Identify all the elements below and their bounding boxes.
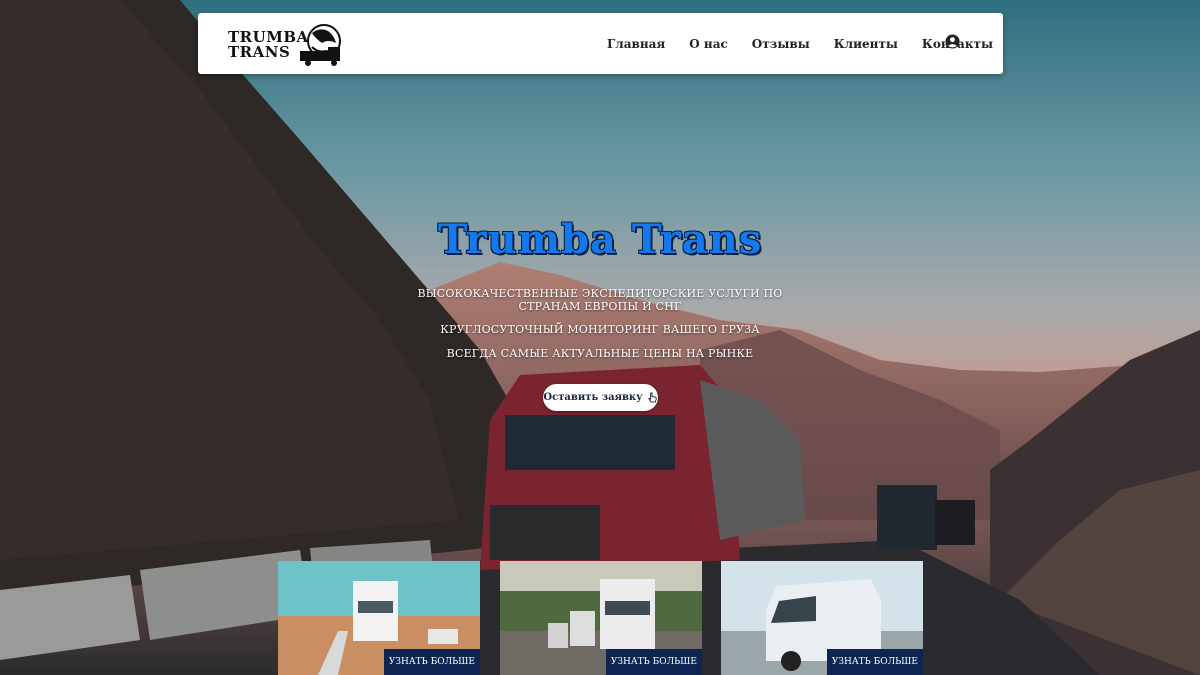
hero-line-prices: Всегда самые актуальные цены на рынке [446, 347, 754, 360]
card-learn-more-button[interactable]: Узнать больше [383, 649, 480, 675]
navbar: TRUMBA TRANS Главная О нас Отзывы Клиент… [198, 13, 1003, 74]
hero-title: Trumba Trans [437, 216, 763, 263]
card-learn-more-button[interactable]: Узнать больше [605, 649, 702, 675]
logo-line2: TRANS [228, 43, 291, 61]
pointer-hand-icon [647, 392, 657, 403]
globe-truck-icon [300, 24, 341, 66]
service-card-1: Узнать больше [278, 561, 480, 675]
service-card-2: Узнать больше [500, 561, 702, 675]
hero-line-monitoring: Круглосуточный мониторинг вашего груза [440, 323, 760, 336]
service-card-3: Узнать больше [721, 561, 923, 675]
logo[interactable]: TRUMBA TRANS [226, 21, 346, 67]
hero-line-services: Высококачественные экспедиторские услуги… [417, 287, 783, 313]
nav-link-home[interactable]: Главная [607, 37, 665, 51]
nav-link-clients[interactable]: Клиенты [834, 37, 898, 51]
leave-request-button[interactable]: Оставить заявку [543, 384, 658, 411]
leave-request-label: Оставить заявку [543, 392, 643, 403]
nav-link-about[interactable]: О нас [689, 37, 728, 51]
user-circle-icon[interactable] [945, 34, 960, 49]
card-learn-more-button[interactable]: Узнать больше [826, 649, 923, 675]
nav-link-reviews[interactable]: Отзывы [752, 37, 810, 51]
